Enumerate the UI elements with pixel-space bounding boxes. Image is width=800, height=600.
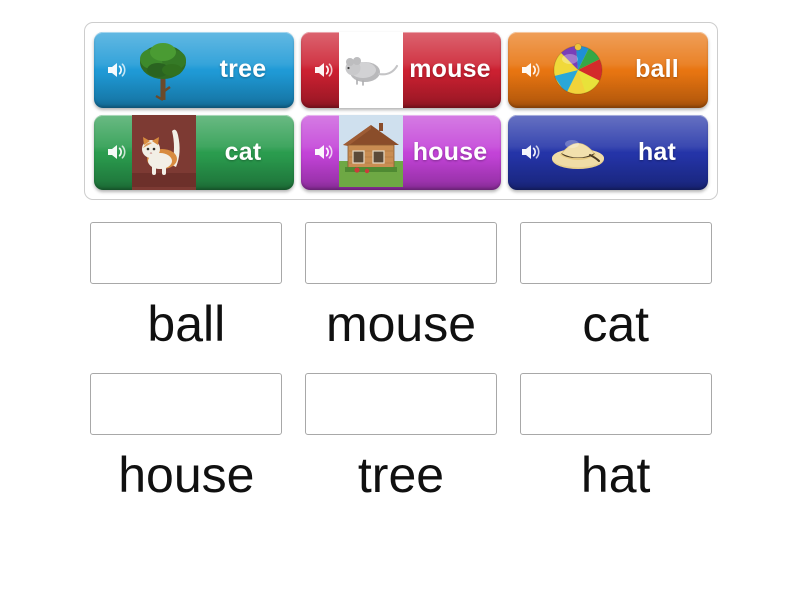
word-tile-label: mouse [409,55,491,84]
speaker-icon[interactable] [516,60,546,80]
dropzone-ball[interactable] [90,222,283,284]
hat-image [546,115,610,191]
answer-label: cat [582,296,650,352]
answer-cell: hat [513,372,718,503]
answer-label: mouse [325,296,477,352]
word-tile-hat[interactable]: hat [508,114,708,191]
word-tile-label: house [412,137,488,166]
speaker-icon[interactable] [102,60,132,80]
word-tile-label: tree [219,55,267,84]
word-tile-label: cat [224,137,262,166]
word-tile-tree[interactable]: tree [94,32,294,108]
word-tile-ball[interactable]: ball [508,32,708,108]
answer-label: house [118,446,255,503]
speaker-icon[interactable] [309,60,339,80]
word-tile-cat[interactable]: cat [94,114,294,190]
word-tile-label: ball [635,55,679,84]
speaker-icon[interactable] [102,142,132,162]
answer-cell: cat [513,222,718,351]
answer-grid: ball mouse cat house tree hat [84,222,718,501]
ball-image [546,32,610,108]
word-bank-panel: tree mouse ball cat house hat [84,22,718,200]
dropzone-hat[interactable] [519,372,712,435]
word-tile-house[interactable]: house [301,114,501,191]
speaker-icon[interactable] [516,142,546,162]
answer-label: ball [147,296,226,352]
word-tile-label: hat [637,137,677,166]
cat-image [132,114,196,190]
dropzone-mouse[interactable] [304,222,497,284]
house-image [339,114,403,191]
answer-cell: house [84,372,289,503]
matching-activity: tree mouse ball cat house hat ball mouse cat hou… [0,0,800,600]
mouse-image [339,32,403,108]
speaker-icon[interactable] [309,142,339,162]
dropzone-house[interactable] [90,372,283,435]
word-tile-mouse[interactable]: mouse [301,32,501,108]
answer-label: tree [357,446,445,503]
answer-cell: tree [299,372,504,503]
answer-cell: ball [84,222,289,351]
tree-image [132,32,196,108]
answer-cell: mouse [299,222,504,351]
answer-label: hat [580,446,651,503]
dropzone-tree[interactable] [304,372,497,435]
dropzone-cat[interactable] [519,222,712,284]
